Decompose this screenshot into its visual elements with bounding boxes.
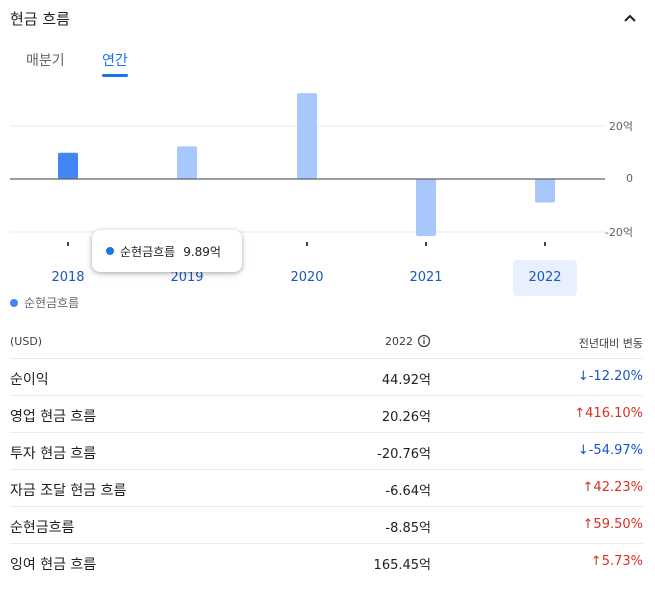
legend-dot	[10, 298, 18, 307]
arrow-up-icon: ↑	[590, 554, 602, 569]
bar-2021[interactable]	[416, 179, 436, 236]
row-change: ↑416.10%	[574, 406, 643, 421]
table-header: (USD) 2022 전년대비 변동	[10, 322, 643, 359]
x-tick-label-2018[interactable]: 2018	[36, 260, 100, 296]
arrow-down-icon: ↓	[577, 443, 589, 458]
tab-quarterly-label: 매분기	[26, 53, 65, 69]
row-value: -6.64억	[385, 484, 431, 499]
header-year: 2022	[385, 335, 413, 348]
table-row: 영업 현금 흐름 20.26억 ↑416.10%	[10, 396, 643, 433]
row-change-value: -12.20%	[588, 369, 643, 384]
bar-2022[interactable]	[535, 179, 555, 203]
table-row: 잉여 현금 흐름 165.45억 ↑5.73%	[10, 544, 643, 581]
row-name: 투자 현금 흐름	[10, 446, 97, 462]
x-tick-label-2022[interactable]: 2022	[513, 260, 577, 296]
row-name: 순이익	[10, 372, 49, 388]
row-change: ↓-54.97%	[578, 443, 643, 458]
x-tick-label-2020[interactable]: 2020	[275, 260, 339, 296]
row-name: 영업 현금 흐름	[10, 409, 97, 425]
header-change: 전년대비 변동	[578, 337, 643, 350]
row-name: 잉여 현금 흐름	[10, 557, 97, 573]
table-row: 투자 현금 흐름 -20.76억 ↓-54.97%	[10, 433, 643, 470]
x-tick-label-2021[interactable]: 2021	[394, 260, 458, 296]
cash-flow-table: (USD) 2022 전년대비 변동 순이익 44.92억 ↓-12.20% 영업 현…	[10, 322, 643, 581]
table-row: 순이익 44.92억 ↓-12.20%	[10, 359, 643, 396]
row-value: 44.92억	[381, 373, 431, 388]
y-tick-label: -20억	[604, 226, 633, 239]
row-value: -8.85억	[385, 521, 431, 536]
row-change-value: -54.97%	[588, 443, 643, 458]
arrow-up-icon: ↑	[582, 480, 594, 495]
info-icon[interactable]	[417, 334, 431, 348]
bar-2020[interactable]	[297, 93, 317, 179]
y-tick-label: 0	[626, 172, 633, 185]
legend-label: 순현금흐름	[24, 296, 80, 310]
arrow-up-icon: ↑	[574, 406, 586, 421]
bar-2019[interactable]	[177, 146, 197, 179]
row-change-value: 42.23%	[593, 480, 643, 495]
tab-quarterly[interactable]: 매분기	[26, 50, 65, 70]
tooltip-value: 9.89억	[183, 244, 221, 259]
arrow-down-icon: ↓	[577, 369, 589, 384]
cash-flow-chart: 20억 0 -20억 2018 2019 2020 2021 2022 순현금흐름 9.…	[0, 80, 655, 296]
row-change: ↓-12.20%	[578, 369, 643, 384]
bar-2018[interactable]	[58, 152, 78, 179]
row-value: 165.45억	[373, 558, 431, 573]
tooltip-label: 순현금흐름	[120, 244, 176, 259]
chevron-up-icon[interactable]	[621, 10, 639, 28]
row-value: -20.76억	[377, 447, 431, 462]
section-title: 현금 흐름	[10, 10, 70, 28]
tooltip-series-dot	[106, 247, 114, 255]
row-change: ↑42.23%	[583, 480, 643, 495]
header-unit: (USD)	[10, 335, 43, 348]
y-tick-label: 20억	[608, 120, 633, 133]
row-change-value: 5.73%	[601, 554, 643, 569]
tab-annual-label: 연간	[102, 53, 128, 69]
chart-legend: 순현금흐름	[10, 294, 79, 311]
row-name: 자금 조달 현금 흐름	[10, 483, 127, 499]
arrow-up-icon: ↑	[582, 517, 594, 532]
row-value: 20.26억	[381, 410, 431, 425]
row-change-value: 59.50%	[593, 517, 643, 532]
tab-active-indicator	[102, 74, 128, 77]
row-change-value: 416.10%	[585, 406, 643, 421]
row-change: ↑5.73%	[591, 554, 643, 569]
table-row: 자금 조달 현금 흐름 -6.64억 ↑42.23%	[10, 470, 643, 507]
row-change: ↑59.50%	[583, 517, 643, 532]
section-header: 현금 흐름	[0, 0, 655, 40]
period-tabs: 매분기 연간	[0, 50, 655, 80]
tab-annual[interactable]: 연간	[102, 50, 128, 77]
table-row: 순현금흐름 -8.85억 ↑59.50%	[10, 507, 643, 544]
chart-tooltip: 순현금흐름 9.89억	[92, 230, 242, 272]
row-name: 순현금흐름	[10, 520, 75, 536]
